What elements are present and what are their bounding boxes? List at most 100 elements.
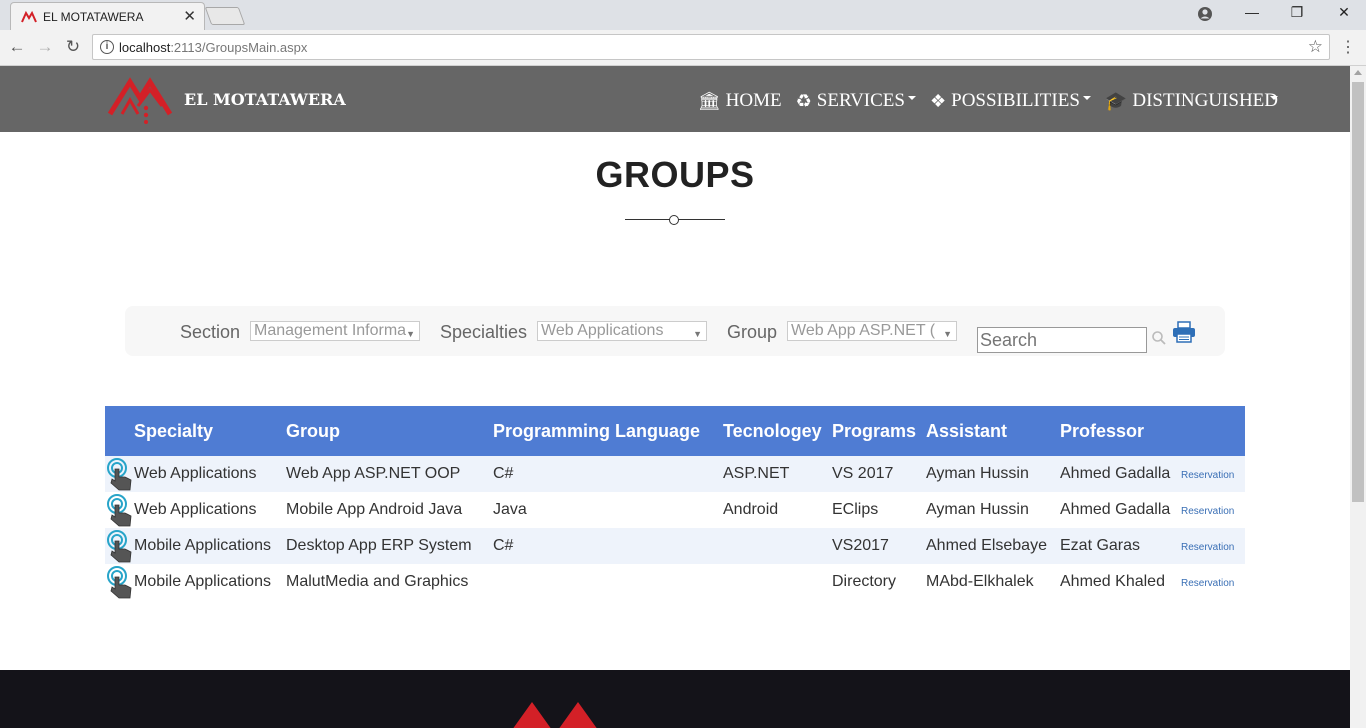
cell-technology bbox=[723, 564, 832, 600]
recycle-icon: ♻ bbox=[795, 90, 812, 111]
nav-possibilities-label: POSSIBILITIES bbox=[951, 90, 1080, 111]
cell-action: Reservation bbox=[1181, 456, 1245, 492]
cell-professor: Ezat Garas bbox=[1060, 528, 1181, 564]
group-select-value: Web App ASP.NET ( bbox=[791, 322, 936, 339]
specialties-select-value: Web Applications bbox=[541, 322, 664, 339]
browser-tab[interactable]: EL MOTATAWERA ✕ bbox=[10, 2, 205, 30]
cell-action: Reservation bbox=[1181, 528, 1245, 564]
cell-programs: Directory bbox=[832, 564, 926, 600]
cell-group: Web App ASP.NET OOP bbox=[286, 456, 493, 492]
print-icon[interactable] bbox=[1172, 321, 1196, 343]
site-footer bbox=[0, 670, 1350, 728]
tap-hand-icon[interactable] bbox=[105, 493, 133, 527]
table-row[interactable]: Web Applications Web App ASP.NET OOP C# … bbox=[105, 456, 1245, 492]
back-arrow-icon[interactable]: ← bbox=[6, 37, 28, 57]
browser-tabstrip: EL MOTATAWERA ✕ — ❐ ✕ bbox=[0, 0, 1366, 30]
reservation-link[interactable]: Reservation bbox=[1181, 506, 1234, 517]
cell-specialty: Mobile Applications bbox=[105, 564, 286, 600]
divider-dot bbox=[669, 215, 679, 225]
site-info-icon[interactable]: i bbox=[100, 40, 114, 54]
reservation-link[interactable]: Reservation bbox=[1181, 470, 1234, 481]
window-close-button[interactable]: ✕ bbox=[1329, 4, 1359, 21]
filter-bar: Section Management Informa ▼ Specialties… bbox=[125, 306, 1225, 356]
cell-technology: ASP.NET bbox=[723, 456, 832, 492]
url-text: localhost:2113/GroupsMain.aspx bbox=[119, 40, 308, 55]
table-header-row: Specialty Group Programming Language Tec… bbox=[105, 406, 1245, 456]
page-scrollbar[interactable] bbox=[1350, 66, 1366, 728]
cell-assistant: Ayman Hussin bbox=[926, 492, 1060, 528]
cell-group: MalutMedia and Graphics bbox=[286, 564, 493, 600]
specialties-select[interactable]: Web Applications ▼ bbox=[537, 321, 707, 341]
cell-language bbox=[493, 564, 723, 600]
tap-hand-icon[interactable] bbox=[105, 457, 133, 491]
cell-specialty: Web Applications bbox=[105, 456, 286, 492]
cell-professor: Ahmed Gadalla bbox=[1060, 456, 1181, 492]
col-header-action bbox=[1181, 406, 1245, 456]
bank-icon: 🏛 bbox=[697, 90, 721, 111]
nav-possibilities[interactable]: ❖ POSSIBILITIES bbox=[930, 90, 1091, 112]
search-input[interactable] bbox=[977, 327, 1147, 353]
section-select-value: Management Informa bbox=[254, 322, 407, 339]
cell-programs: EClips bbox=[832, 492, 926, 528]
group-select[interactable]: Web App ASP.NET ( ▼ bbox=[787, 321, 957, 341]
nav-distinguished[interactable]: 🎓 DISTINGUISHED bbox=[1105, 90, 1278, 112]
table-row[interactable]: Web Applications Mobile App Android Java… bbox=[105, 492, 1245, 528]
browser-toolbar: ← → ↻ i localhost:2113/GroupsMain.aspx ☆… bbox=[0, 30, 1366, 66]
cell-assistant: Ayman Hussin bbox=[926, 456, 1060, 492]
groups-table: Specialty Group Programming Language Tec… bbox=[105, 406, 1245, 600]
cell-language: Java bbox=[493, 492, 723, 528]
section-select[interactable]: Management Informa ▼ bbox=[250, 321, 420, 341]
nav-more-caret-icon[interactable] bbox=[1270, 96, 1278, 100]
cell-group: Mobile App Android Java bbox=[286, 492, 493, 528]
col-header-group[interactable]: Group bbox=[286, 406, 493, 456]
reservation-link[interactable]: Reservation bbox=[1181, 578, 1234, 589]
col-header-language[interactable]: Programming Language bbox=[493, 406, 723, 456]
dropdown-arrow-icon: ▼ bbox=[406, 329, 415, 339]
reservation-link[interactable]: Reservation bbox=[1181, 542, 1234, 553]
tap-hand-icon[interactable] bbox=[105, 529, 133, 563]
col-header-assistant[interactable]: Assistant bbox=[926, 406, 1060, 456]
forward-arrow-icon[interactable]: → bbox=[34, 37, 56, 57]
cell-language: C# bbox=[493, 528, 723, 564]
main-nav: 🏛 HOME ♻ SERVICES ❖ POSSIBILITIES 🎓 DIST… bbox=[684, 90, 1278, 112]
bookmark-star-icon[interactable]: ☆ bbox=[1308, 37, 1323, 57]
tap-hand-icon[interactable] bbox=[105, 565, 133, 599]
tab-close-icon[interactable]: ✕ bbox=[183, 7, 196, 25]
cell-specialty: Mobile Applications bbox=[105, 528, 286, 564]
site-logo[interactable]: EL MOTATAWERA bbox=[108, 74, 346, 126]
nav-home[interactable]: 🏛 HOME bbox=[698, 90, 782, 112]
col-header-specialty[interactable]: Specialty bbox=[105, 406, 286, 456]
cell-programs: VS2017 bbox=[832, 528, 926, 564]
specialties-label: Specialties bbox=[440, 322, 528, 342]
dropdown-arrow-icon: ▼ bbox=[693, 329, 702, 339]
restore-button[interactable]: ❐ bbox=[1282, 4, 1312, 21]
address-bar[interactable]: i localhost:2113/GroupsMain.aspx ☆ bbox=[92, 34, 1330, 60]
profile-icon[interactable] bbox=[1197, 6, 1213, 22]
table-row[interactable]: Mobile Applications MalutMedia and Graph… bbox=[105, 564, 1245, 600]
section-label: Section bbox=[180, 322, 241, 342]
col-header-professor[interactable]: Professor bbox=[1060, 406, 1181, 456]
nav-services[interactable]: ♻ SERVICES bbox=[796, 90, 916, 112]
cell-technology bbox=[723, 528, 832, 564]
reload-icon[interactable]: ↻ bbox=[62, 37, 84, 57]
page-title: GROUPS bbox=[595, 154, 755, 195]
cell-assistant: Ahmed Elsebaye bbox=[926, 528, 1060, 564]
caret-down-icon bbox=[1082, 96, 1091, 100]
scrollbar-thumb[interactable] bbox=[1352, 82, 1364, 502]
cell-professor: Ahmed Gadalla bbox=[1060, 492, 1181, 528]
site-header: EL MOTATAWERA 🏛 HOME ♻ SERVICES ❖ POSSIB… bbox=[0, 66, 1350, 132]
logo-text: EL MOTATAWERA bbox=[184, 90, 346, 109]
col-header-technology[interactable]: Tecnologey bbox=[723, 406, 832, 456]
tab-title: EL MOTATAWERA bbox=[43, 10, 144, 24]
search-icon[interactable] bbox=[1151, 330, 1167, 346]
browser-menu-icon[interactable]: ⋮ bbox=[1340, 37, 1356, 57]
group-label: Group bbox=[727, 322, 778, 342]
dropdown-arrow-icon: ▼ bbox=[943, 329, 952, 339]
new-tab-button[interactable] bbox=[204, 7, 246, 25]
minimize-button[interactable]: — bbox=[1237, 4, 1267, 20]
nav-services-label: SERVICES bbox=[816, 90, 905, 111]
scroll-up-arrow-icon[interactable] bbox=[1354, 70, 1362, 75]
graduation-cap-icon: 🎓 bbox=[1104, 90, 1128, 111]
table-row[interactable]: Mobile Applications Desktop App ERP Syst… bbox=[105, 528, 1245, 564]
col-header-programs[interactable]: Programs bbox=[832, 406, 926, 456]
